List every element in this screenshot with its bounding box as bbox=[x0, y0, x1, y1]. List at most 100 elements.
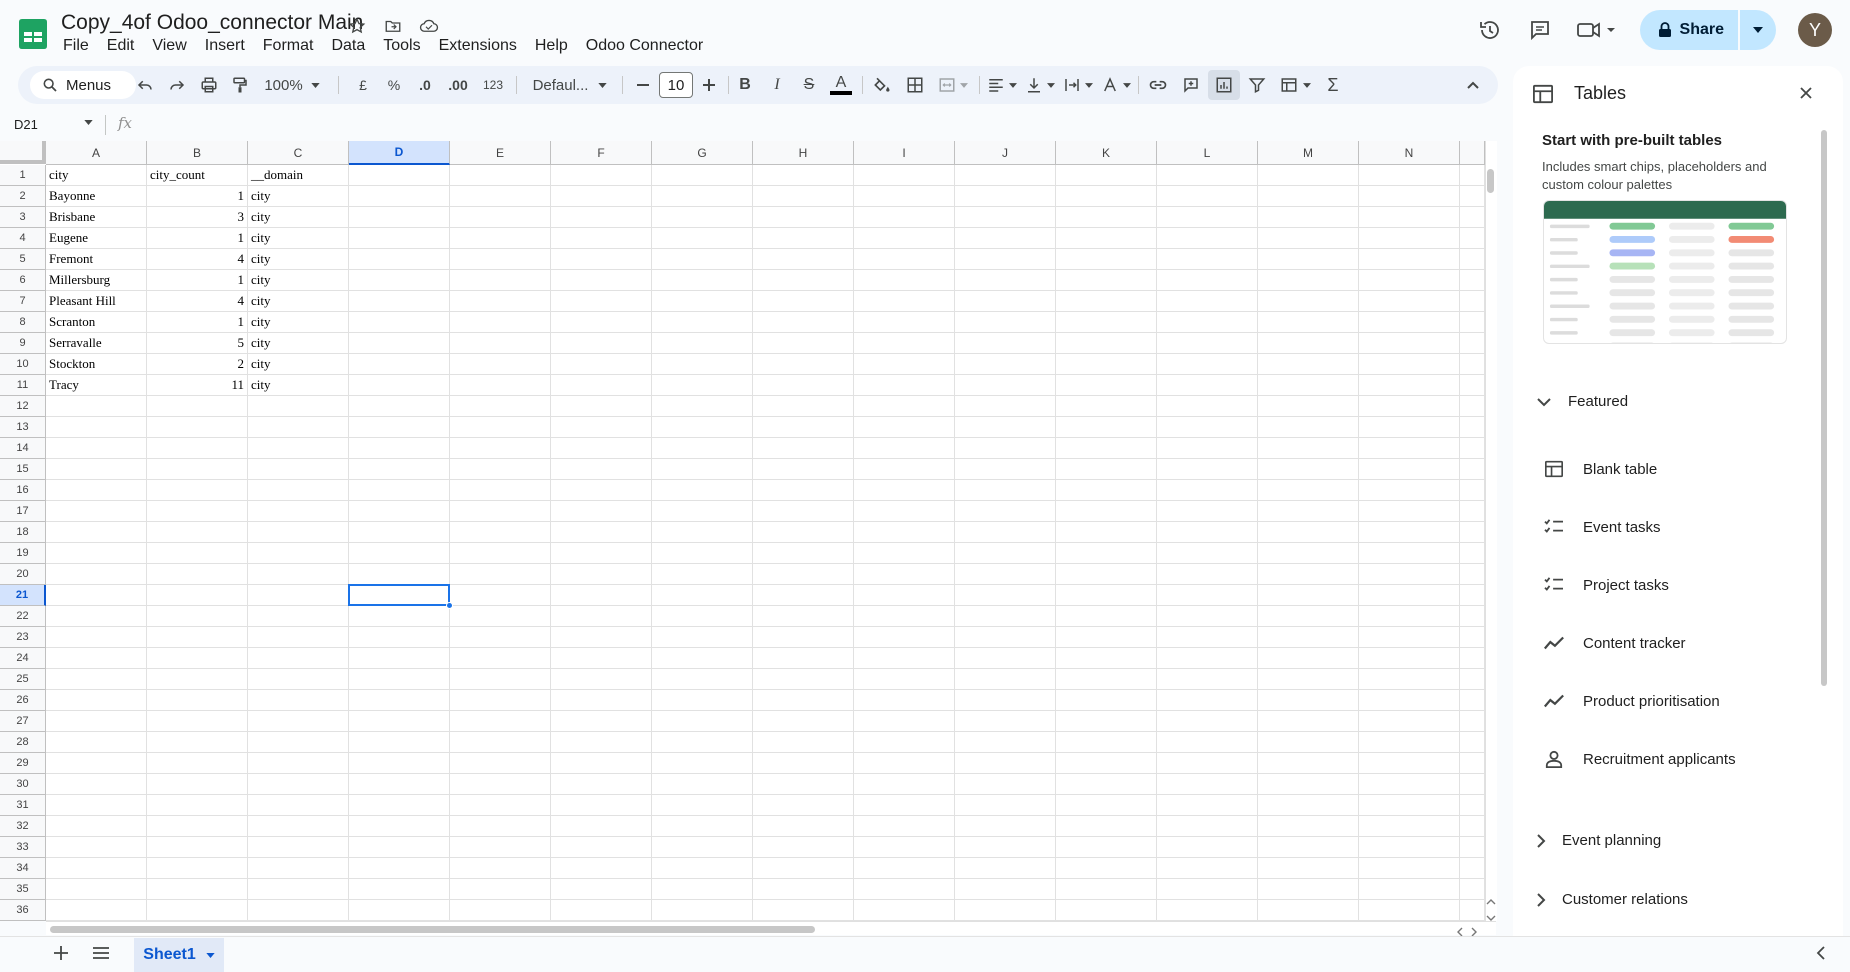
row-header[interactable]: 20 bbox=[0, 564, 46, 585]
grid-cell[interactable] bbox=[955, 690, 1056, 711]
grid-cell[interactable] bbox=[349, 480, 450, 501]
grid-cell[interactable] bbox=[854, 837, 955, 858]
grid-cell[interactable]: 3 bbox=[147, 207, 248, 228]
row-header[interactable]: 5 bbox=[0, 249, 46, 270]
grid-cell[interactable] bbox=[450, 291, 551, 312]
grid-cell[interactable] bbox=[1359, 606, 1460, 627]
grid-cell[interactable] bbox=[1157, 774, 1258, 795]
grid-cell[interactable] bbox=[551, 333, 652, 354]
grid-cell[interactable] bbox=[450, 228, 551, 249]
column-header-b[interactable]: B bbox=[147, 141, 248, 165]
grid-cell[interactable] bbox=[1157, 333, 1258, 354]
grid-cell[interactable] bbox=[1056, 522, 1157, 543]
grid-cell[interactable] bbox=[349, 207, 450, 228]
grid-cell[interactable] bbox=[1056, 333, 1157, 354]
grid-cell[interactable] bbox=[147, 690, 248, 711]
grid-cell[interactable] bbox=[1359, 858, 1460, 879]
grid-cell[interactable] bbox=[652, 606, 753, 627]
grid-cell[interactable] bbox=[46, 543, 147, 564]
grid-cell[interactable] bbox=[955, 354, 1056, 375]
grid-cell[interactable] bbox=[1359, 753, 1460, 774]
grid-cell[interactable] bbox=[1359, 270, 1460, 291]
column-header-m[interactable]: M bbox=[1258, 141, 1359, 165]
row-header[interactable]: 29 bbox=[0, 753, 46, 774]
grid-cell[interactable] bbox=[1258, 900, 1359, 921]
grid-cell[interactable] bbox=[349, 270, 450, 291]
grid-cell[interactable] bbox=[349, 816, 450, 837]
grid-cell[interactable] bbox=[248, 753, 349, 774]
grid-cell[interactable] bbox=[854, 354, 955, 375]
grid-cell[interactable] bbox=[1258, 228, 1359, 249]
grid-cell[interactable] bbox=[753, 858, 854, 879]
grid-cell[interactable] bbox=[955, 438, 1056, 459]
grid-cell[interactable] bbox=[854, 522, 955, 543]
format-currency-button[interactable]: £ bbox=[348, 66, 378, 104]
grid-cell[interactable] bbox=[854, 165, 955, 186]
grid-cell[interactable] bbox=[652, 879, 753, 900]
menu-file[interactable]: File bbox=[54, 36, 98, 56]
row-header[interactable]: 4 bbox=[0, 228, 46, 249]
grid-cell[interactable] bbox=[753, 312, 854, 333]
grid-cell[interactable] bbox=[652, 648, 753, 669]
grid-cell[interactable] bbox=[1157, 585, 1258, 606]
grid-cell[interactable] bbox=[147, 900, 248, 921]
grid-cell[interactable] bbox=[551, 585, 652, 606]
merge-cells-icon[interactable] bbox=[932, 66, 974, 104]
grid-cell[interactable] bbox=[147, 522, 248, 543]
grid-cell[interactable] bbox=[551, 228, 652, 249]
grid-cell[interactable] bbox=[1359, 585, 1460, 606]
grid-cell[interactable] bbox=[248, 900, 349, 921]
grid-cell[interactable]: city bbox=[248, 375, 349, 396]
row-header[interactable]: 8 bbox=[0, 312, 46, 333]
grid-cell[interactable] bbox=[551, 711, 652, 732]
grid-cell[interactable] bbox=[46, 585, 147, 606]
account-avatar[interactable]: Y bbox=[1798, 13, 1832, 47]
grid-cell[interactable]: 1 bbox=[147, 270, 248, 291]
grid-cell[interactable] bbox=[854, 795, 955, 816]
grid-cell[interactable] bbox=[450, 207, 551, 228]
row-header[interactable]: 22 bbox=[0, 606, 46, 627]
grid-cell[interactable] bbox=[753, 333, 854, 354]
grid-cell[interactable] bbox=[450, 690, 551, 711]
grid-cell[interactable] bbox=[147, 417, 248, 438]
search-menus[interactable]: Menus bbox=[30, 71, 136, 99]
grid-cell[interactable] bbox=[1460, 396, 1485, 417]
grid-cell[interactable] bbox=[248, 543, 349, 564]
row-header[interactable]: 7 bbox=[0, 291, 46, 312]
grid-cell[interactable] bbox=[551, 459, 652, 480]
grid-cell[interactable] bbox=[551, 816, 652, 837]
row-header[interactable]: 18 bbox=[0, 522, 46, 543]
row-header[interactable]: 24 bbox=[0, 648, 46, 669]
grid-cell[interactable] bbox=[1460, 858, 1485, 879]
row-header[interactable]: 33 bbox=[0, 837, 46, 858]
grid-cell[interactable] bbox=[349, 690, 450, 711]
grid-cell[interactable]: city bbox=[248, 228, 349, 249]
grid-cell[interactable] bbox=[854, 543, 955, 564]
grid-cell[interactable] bbox=[450, 438, 551, 459]
grid-cell[interactable] bbox=[854, 711, 955, 732]
grid-cell[interactable] bbox=[1056, 795, 1157, 816]
grid-cell[interactable] bbox=[955, 501, 1056, 522]
column-header-l[interactable]: L bbox=[1157, 141, 1258, 165]
grid-cell[interactable] bbox=[1359, 522, 1460, 543]
horizontal-align-icon[interactable] bbox=[984, 66, 1020, 104]
grid-cell[interactable] bbox=[955, 774, 1056, 795]
menu-help[interactable]: Help bbox=[526, 36, 577, 56]
star-icon[interactable] bbox=[345, 14, 369, 38]
grid-cell[interactable] bbox=[1056, 417, 1157, 438]
row-header[interactable]: 27 bbox=[0, 711, 46, 732]
fill-color-icon[interactable] bbox=[866, 66, 898, 104]
grid-cell[interactable] bbox=[652, 522, 753, 543]
row-header[interactable]: 28 bbox=[0, 732, 46, 753]
text-wrapping-icon[interactable] bbox=[1060, 66, 1096, 104]
table-view-icon[interactable] bbox=[1274, 66, 1316, 104]
grid-cell[interactable] bbox=[652, 627, 753, 648]
grid-cell[interactable] bbox=[1359, 501, 1460, 522]
grid-cell[interactable]: 1 bbox=[147, 312, 248, 333]
grid-cell[interactable] bbox=[1359, 333, 1460, 354]
row-header[interactable]: 36 bbox=[0, 900, 46, 921]
grid-cell[interactable] bbox=[147, 711, 248, 732]
meet-video-icon[interactable] bbox=[1570, 10, 1624, 50]
grid-cell[interactable] bbox=[450, 879, 551, 900]
grid-cell[interactable] bbox=[854, 333, 955, 354]
